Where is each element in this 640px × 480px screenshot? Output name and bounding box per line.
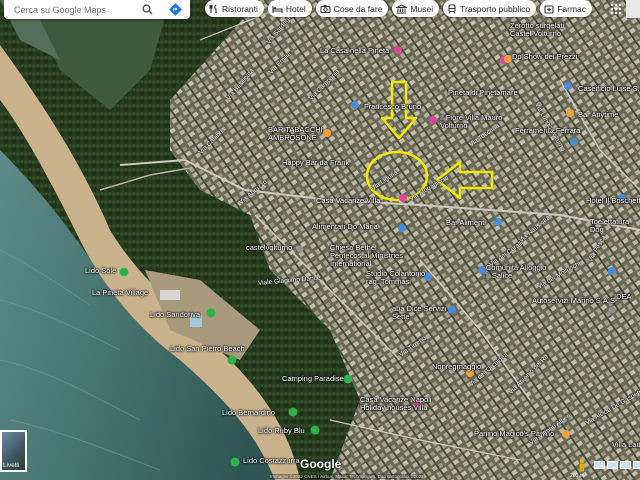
poi-label[interactable]: Lido Bernardino bbox=[222, 408, 275, 417]
poi-label[interactable]: Caseificio Luise S.r.l bbox=[578, 84, 640, 93]
poi-label[interactable]: castelvolturno bbox=[246, 243, 292, 252]
poi-label[interactable]: Francesco Bruno bbox=[364, 102, 421, 111]
poi-label[interactable]: Lido San Pietro Beach bbox=[170, 344, 245, 353]
marker-gray bbox=[296, 245, 304, 253]
marker-green bbox=[288, 407, 298, 417]
poi-label[interactable]: La Pineta Village bbox=[92, 288, 148, 297]
search-input[interactable] bbox=[12, 3, 141, 16]
poi-label[interactable]: La Casa nella Pineta bbox=[320, 46, 389, 55]
poi-label[interactable]: Chiesa Bethel Pentecostal Ministries Int… bbox=[330, 244, 410, 268]
chip-label: Musei bbox=[410, 3, 434, 14]
chip-label: Ristoranti bbox=[222, 3, 258, 14]
marker-green bbox=[206, 308, 216, 318]
museum-icon bbox=[396, 3, 408, 14]
poi-label[interactable]: Nonregmaggio bbox=[432, 362, 481, 371]
imagery-thumbnails[interactable] bbox=[594, 461, 640, 469]
chip-label: Trasporto pubblico bbox=[460, 3, 531, 14]
scale-label: 200 m bbox=[570, 473, 584, 479]
category-chips: Ristoranti Hotel Cose da fare Musei Tras… bbox=[205, 0, 593, 17]
poi-label[interactable]: Villa Laura bbox=[612, 440, 640, 449]
chip-label: Farmac bbox=[557, 3, 587, 14]
poi-label[interactable]: Casa Vacanze Napoli Holiday houses Villa bbox=[360, 396, 436, 412]
poi-label[interactable]: Do Show dei Prezzi bbox=[512, 52, 577, 61]
poi-label[interactable]: Hotel Il Boschetto bbox=[586, 196, 640, 205]
directions-icon[interactable] bbox=[168, 2, 183, 17]
poi-label[interactable]: Lido Costazzurra bbox=[243, 456, 300, 465]
poi-label[interactable]: Studio Colantonio rag. Tommasi bbox=[366, 270, 430, 286]
poi-label[interactable]: IDEA bbox=[614, 292, 632, 301]
google-logo: Google bbox=[300, 457, 342, 471]
fork-knife-icon bbox=[209, 4, 217, 13]
thumbnail[interactable] bbox=[633, 461, 640, 469]
chip-label: Hotel bbox=[285, 3, 306, 14]
marker-pink bbox=[399, 194, 407, 202]
pharmacy-icon bbox=[544, 4, 554, 14]
camera-icon bbox=[320, 4, 331, 13]
chip-farmacie[interactable]: Farmac bbox=[540, 0, 593, 17]
poi-label[interactable]: Autoservizi Marino S.A.S bbox=[532, 296, 615, 305]
thumbnail[interactable] bbox=[594, 461, 605, 469]
marker-green bbox=[310, 425, 320, 435]
poi-label[interactable]: Camping Paradise bbox=[282, 374, 344, 383]
chip-musei[interactable]: Musei bbox=[392, 0, 440, 17]
marker-blue bbox=[564, 82, 572, 90]
marker-blue bbox=[351, 101, 359, 109]
chip-label: Cose da fare bbox=[333, 3, 383, 14]
marker-green bbox=[230, 457, 240, 467]
chip-cose-da-fare[interactable]: Cose da fare bbox=[315, 0, 389, 17]
marker-pink bbox=[394, 46, 402, 54]
marker-green bbox=[119, 267, 129, 277]
poi-label[interactable]: Lido Sandoriva bbox=[150, 310, 200, 319]
account-avatar[interactable] bbox=[626, 0, 640, 18]
train-icon bbox=[448, 3, 456, 14]
apps-grid-icon[interactable] bbox=[610, 2, 622, 20]
marker-blue bbox=[570, 138, 578, 146]
chip-ristoranti[interactable]: Ristoranti bbox=[205, 0, 264, 17]
search-box[interactable] bbox=[4, 0, 190, 19]
chip-trasporto-pubblico[interactable]: Trasporto pubblico bbox=[443, 0, 537, 17]
marker-blue bbox=[608, 267, 616, 275]
search-icon[interactable] bbox=[140, 2, 155, 17]
attribution-text: Immagini ©2022 CNES / Airbus, Maxar Tech… bbox=[270, 474, 424, 479]
poi-label[interactable]: BAR TABACCHI AMBROSONE bbox=[268, 126, 326, 142]
poi-label[interactable]: Alimentari Do Maria bbox=[312, 222, 378, 231]
poi-label[interactable]: Lido Sole bbox=[85, 266, 116, 275]
marker-orange bbox=[504, 55, 512, 63]
marker-green bbox=[227, 355, 237, 365]
poi-label[interactable]: Pineta di Pinetamare bbox=[448, 88, 518, 97]
marker-blue bbox=[478, 266, 486, 274]
poi-label[interactable]: Lido Ruby Blu bbox=[258, 426, 305, 435]
thumbnail[interactable] bbox=[620, 461, 631, 469]
poi-label[interactable]: Zerotto surgelati Castel Volturno bbox=[510, 22, 576, 38]
poi-label[interactable]: Comunità Alloggio Il Salice bbox=[486, 264, 550, 280]
marker-green bbox=[343, 374, 353, 384]
satellite-map[interactable] bbox=[0, 0, 640, 480]
thumbnail[interactable] bbox=[607, 461, 618, 469]
poi-label[interactable]: Casa Vacanze Villa bbox=[316, 196, 380, 205]
poi-label[interactable]: Toelettatura Dog bbox=[590, 218, 638, 234]
bed-icon bbox=[272, 5, 283, 13]
marker-gray bbox=[608, 306, 616, 314]
marker-blue bbox=[494, 218, 502, 226]
poi-label[interactable]: Bar Anytime bbox=[578, 110, 618, 119]
layers-button[interactable]: Livelli bbox=[0, 430, 27, 472]
poi-label[interactable]: Bar Alimenti bbox=[446, 218, 486, 227]
poi-label[interactable]: Happy Bar da Frank bbox=[282, 158, 349, 167]
marker-blue bbox=[398, 224, 406, 232]
poi-label[interactable]: aba Dice Servizi Sette bbox=[392, 305, 450, 321]
marker-orange bbox=[566, 109, 574, 117]
chip-hotel[interactable]: Hotel bbox=[267, 0, 312, 17]
layers-label: Livelli bbox=[3, 462, 20, 469]
marker-pink bbox=[429, 116, 437, 124]
marker-orange bbox=[562, 430, 570, 438]
